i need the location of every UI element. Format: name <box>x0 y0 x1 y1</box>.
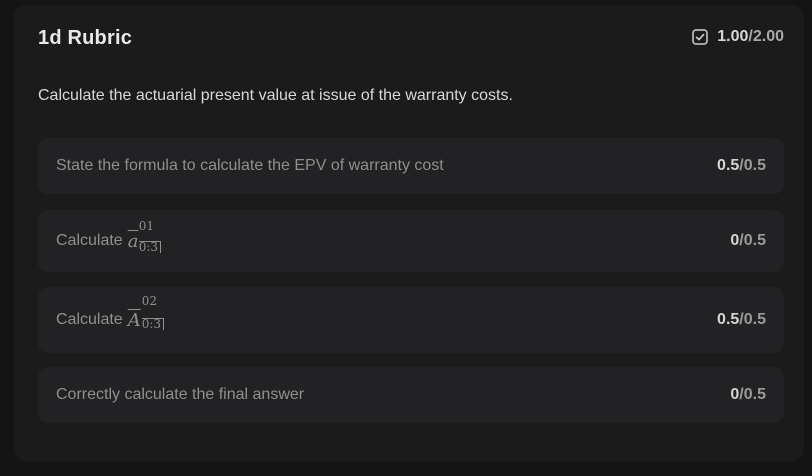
criterion-row: Calculate a 01 0:3 0/0.5 <box>38 210 784 272</box>
criterion-row: Correctly calculate the final answer 0/0… <box>38 367 784 423</box>
question-text: Calculate the actuarial present value at… <box>38 87 513 104</box>
criterion-math: a 01 0:3 <box>127 219 162 253</box>
criterion-points: 0.5/0.5 <box>717 311 766 329</box>
criterion-label: Calculate <box>56 311 123 328</box>
rubric-title: 1d Rubric <box>38 27 133 49</box>
math-superscript: 01 <box>138 218 154 233</box>
total-score-max: 2.00 <box>752 28 784 45</box>
criterion-label: State the formula to calculate the EPV o… <box>56 157 444 174</box>
criterion-points-max: 0.5 <box>743 386 766 403</box>
criterion-label-row: Calculate a 01 0:3 <box>56 219 162 253</box>
criterion-points-earned: 0 <box>730 386 740 403</box>
criterion-label: Calculate <box>56 232 123 249</box>
criterion-points: 0.5/0.5 <box>717 157 766 175</box>
checkbox-check-icon <box>692 29 709 45</box>
rubric-card: 1d Rubric 1.00/2.00 Calculate the actuar… <box>14 5 804 461</box>
total-score: 1.00/2.00 <box>692 28 784 46</box>
criterion-points-max: 0.5 <box>743 311 766 328</box>
math-superscript: 02 <box>141 293 157 308</box>
criterion-points: 0/0.5 <box>730 232 766 250</box>
criterion-points-max: 0.5 <box>743 232 766 249</box>
criterion-points-earned: 0.5 <box>717 157 740 174</box>
criterion-points-earned: 0 <box>730 232 740 249</box>
math-base: A <box>127 309 141 331</box>
criterion-label-row: Calculate A 02 0:3 <box>56 294 165 331</box>
total-score-earned: 1.00 <box>717 28 749 45</box>
criterion-row: State the formula to calculate the EPV o… <box>38 138 784 194</box>
criterion-label: Correctly calculate the final answer <box>56 386 305 403</box>
criterion-points: 0/0.5 <box>730 386 766 404</box>
criterion-math: A 02 0:3 <box>127 294 165 331</box>
math-subscript: 0:3 <box>138 240 162 253</box>
math-subscript: 0:3 <box>141 317 165 330</box>
criterion-points-max: 0.5 <box>743 157 766 174</box>
criterion-points-earned: 0.5 <box>717 311 740 328</box>
criterion-row: Calculate A 02 0:3 0.5/0.5 <box>38 287 784 353</box>
math-base: a <box>127 230 139 252</box>
